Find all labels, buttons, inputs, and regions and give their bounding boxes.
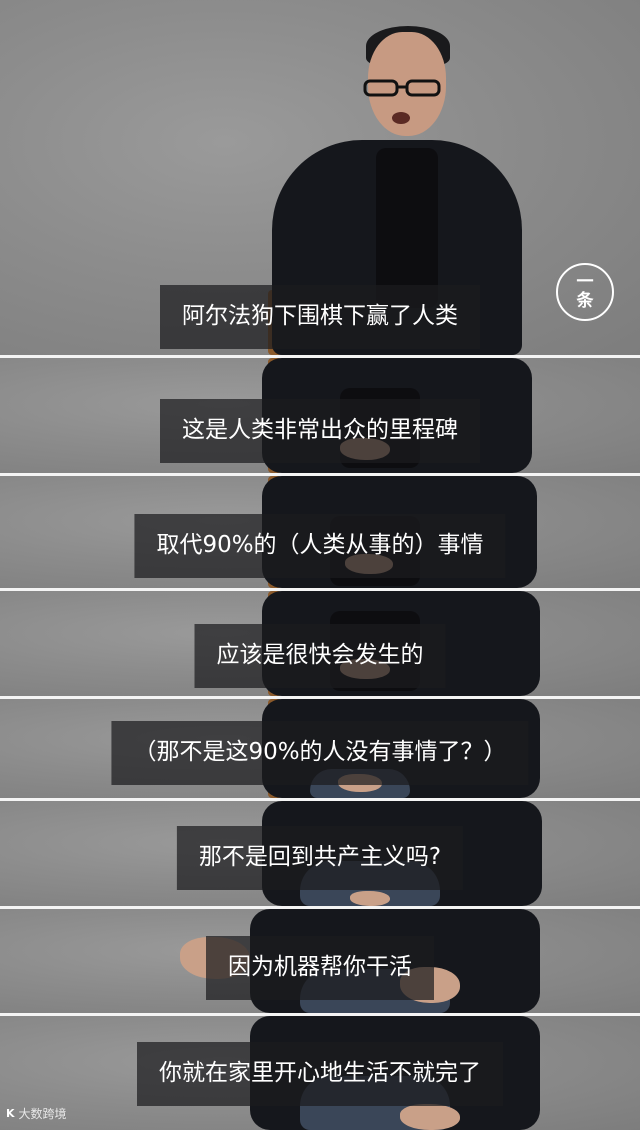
watermark-text: 大数跨境 bbox=[18, 1107, 67, 1121]
subtitle-caption: 阿尔法狗下围棋下赢了人类 bbox=[160, 285, 480, 349]
badge-line-1: 一 bbox=[576, 272, 594, 292]
watermark-logo-icon: K bbox=[6, 1107, 15, 1120]
subtitle-caption: 取代90%的（人类从事的）事情 bbox=[134, 514, 506, 578]
watermark: K 大数跨境 bbox=[6, 1105, 67, 1122]
subtitle-caption: 因为机器帮你干活 bbox=[206, 936, 434, 1000]
subtitle-caption: 你就在家里开心地生活不就完了 bbox=[137, 1042, 503, 1106]
subtitle-caption: 这是人类非常出众的里程碑 bbox=[160, 399, 480, 463]
badge-line-2: 条 bbox=[576, 291, 594, 311]
hand bbox=[400, 1104, 460, 1130]
hand bbox=[350, 891, 390, 906]
channel-badge: 一 条 bbox=[556, 263, 614, 321]
subtitle-caption: （那不是这90%的人没有事情了？） bbox=[111, 721, 529, 785]
glasses-icon bbox=[363, 79, 441, 97]
shirt bbox=[376, 148, 438, 308]
subtitle-caption: 那不是回到共产主义吗? bbox=[176, 826, 464, 890]
mouth bbox=[392, 112, 410, 124]
subtitle-caption: 应该是很快会发生的 bbox=[194, 624, 446, 688]
